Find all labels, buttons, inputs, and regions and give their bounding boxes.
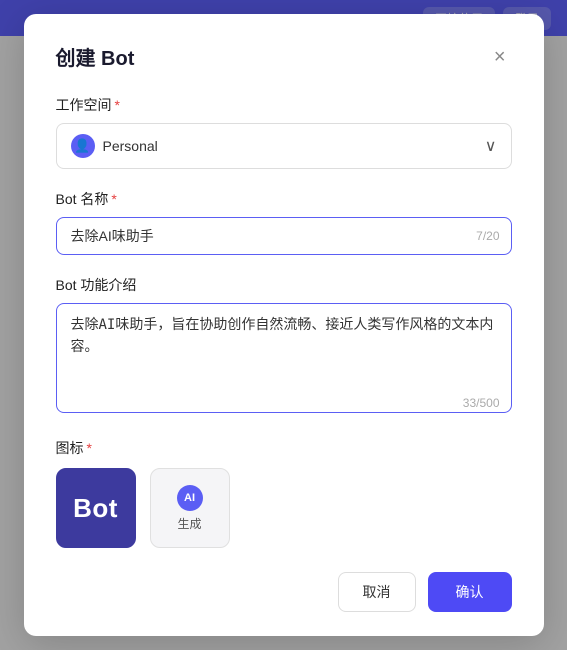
bot-icon-selected[interactable]: Bot [56,468,136,548]
bot-desc-field: Bot 功能介绍 去除AI味助手，旨在协助创作自然流畅、接近人类写作风格的文本内… [56,275,512,418]
modal-footer: 取消 确认 [56,572,512,612]
workspace-avatar: 👤 [71,134,95,158]
workspace-name: Personal [103,138,158,154]
icon-label: 图标* [56,438,512,458]
close-button[interactable]: × [488,45,512,69]
modal-header: 创建 Bot × [56,42,512,71]
bot-desc-label: Bot 功能介绍 [56,275,512,295]
workspace-select[interactable]: 👤 Personal ∨ [56,123,512,169]
bot-name-field: Bot 名称* 7/20 [56,189,512,255]
generate-label: 生成 [177,515,201,532]
confirm-button[interactable]: 确认 [428,572,512,612]
bot-name-label: Bot 名称* [56,189,512,209]
bot-desc-textarea[interactable]: 去除AI味助手，旨在协助创作自然流畅、接近人类写作风格的文本内容。 [56,303,512,413]
bot-desc-char-count: 33/500 [463,396,500,410]
bot-name-input-wrapper: 7/20 [56,217,512,255]
cancel-button[interactable]: 取消 [338,572,416,612]
bot-name-input[interactable] [56,217,512,255]
icon-options: Bot AI 生成 [56,468,512,548]
chevron-down-icon: ∨ [485,136,497,156]
workspace-field: 工作空间* 👤 Personal ∨ [56,95,512,169]
bot-desc-wrapper: 去除AI味助手，旨在协助创作自然流畅、接近人类写作风格的文本内容。 33/500 [56,303,512,418]
modal-title: 创建 Bot [56,42,135,71]
modal-overlay: 创建 Bot × 工作空间* 👤 Personal ∨ Bot 名称* [0,0,567,650]
workspace-label: 工作空间* [56,95,512,115]
create-bot-modal: 创建 Bot × 工作空间* 👤 Personal ∨ Bot 名称* [24,14,544,636]
bot-name-char-count: 7/20 [476,229,499,243]
workspace-left: 👤 Personal [71,134,158,158]
icon-section: 图标* Bot AI 生成 [56,438,512,548]
ai-badge: AI [177,485,203,511]
generate-icon-box[interactable]: AI 生成 [150,468,230,548]
bot-icon-text: Bot [73,493,118,524]
